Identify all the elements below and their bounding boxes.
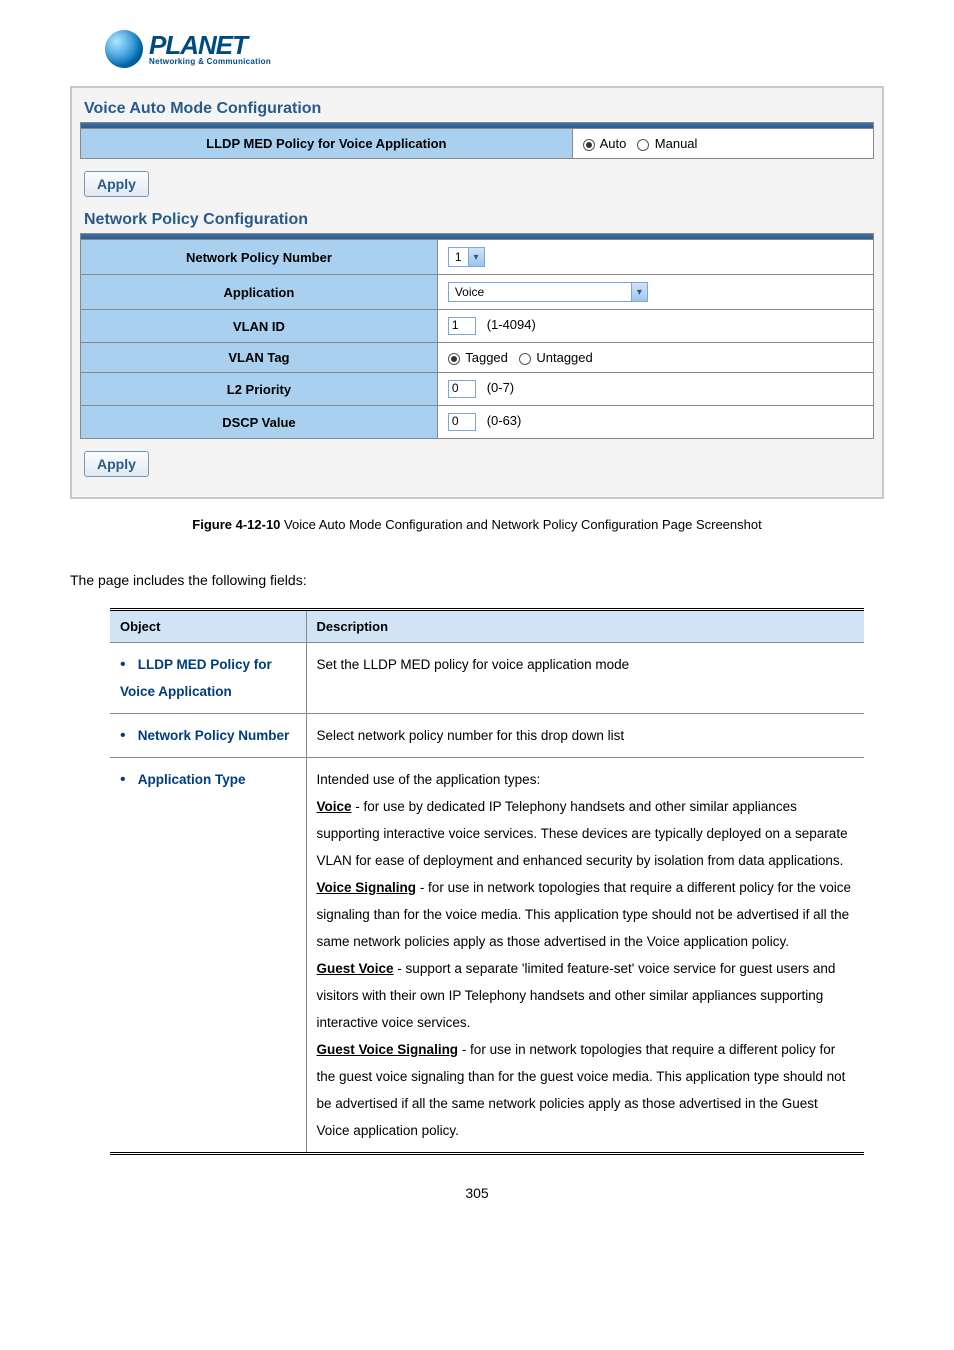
l2priority-hint: (0-7) [487, 380, 514, 395]
npn-label: Network Policy Number [81, 240, 438, 275]
brand-name: PLANET [149, 32, 271, 58]
apply-button-1[interactable]: Apply [84, 171, 149, 197]
voice-auto-table: LLDP MED Policy for Voice Application Au… [80, 122, 874, 159]
table-row: • LLDP MED Policy for Voice Application … [110, 643, 864, 714]
chevron-down-icon: ▾ [631, 283, 647, 301]
brand-logo: PLANET Networking & Communication [105, 30, 884, 68]
table-row: • Network Policy Number Select network p… [110, 714, 864, 758]
radio-auto-label: Auto [600, 136, 627, 151]
l2priority-label: L2 Priority [81, 373, 438, 406]
lldp-policy-value-cell: Auto Manual [572, 129, 873, 159]
application-label: Application [81, 275, 438, 310]
config-panel: Voice Auto Mode Configuration LLDP MED P… [70, 86, 884, 499]
l2priority-input[interactable]: 0 [448, 380, 476, 398]
application-select[interactable]: Voice ▾ [448, 282, 648, 302]
col-description: Description [306, 610, 864, 643]
radio-auto[interactable] [583, 139, 595, 151]
vlanid-hint: (1-4094) [487, 317, 536, 332]
section-network-policy-title: Network Policy Configuration [80, 205, 874, 233]
intro-text: The page includes the following fields: [70, 572, 884, 588]
network-policy-table: Network Policy Number 1 ▾ Application Vo… [80, 233, 874, 439]
radio-untagged-label: Untagged [536, 350, 592, 365]
dscp-hint: (0-63) [487, 413, 522, 428]
globe-icon [105, 30, 143, 68]
vlanid-label: VLAN ID [81, 310, 438, 343]
radio-manual-label: Manual [655, 136, 698, 151]
col-object: Object [110, 610, 306, 643]
vlanid-input[interactable]: 1 [448, 317, 476, 335]
page-number: 305 [70, 1185, 884, 1201]
dscp-label: DSCP Value [81, 406, 438, 439]
description-table: Object Description • LLDP MED Policy for… [110, 608, 864, 1155]
vlantag-label: VLAN Tag [81, 343, 438, 373]
section-voice-auto-title: Voice Auto Mode Configuration [80, 94, 874, 122]
radio-untagged[interactable] [519, 353, 531, 365]
radio-tagged-label: Tagged [465, 350, 508, 365]
dscp-input[interactable]: 0 [448, 413, 476, 431]
brand-tagline: Networking & Communication [149, 58, 271, 66]
radio-tagged[interactable] [448, 353, 460, 365]
npn-select[interactable]: 1 ▾ [448, 247, 485, 267]
apply-button-2[interactable]: Apply [84, 451, 149, 477]
radio-manual[interactable] [637, 139, 649, 151]
figure-caption: Figure 4-12-10 Voice Auto Mode Configura… [70, 517, 884, 532]
table-row: • Application Type Intended use of the a… [110, 758, 864, 1154]
lldp-policy-label: LLDP MED Policy for Voice Application [81, 129, 573, 159]
chevron-down-icon: ▾ [468, 248, 484, 266]
